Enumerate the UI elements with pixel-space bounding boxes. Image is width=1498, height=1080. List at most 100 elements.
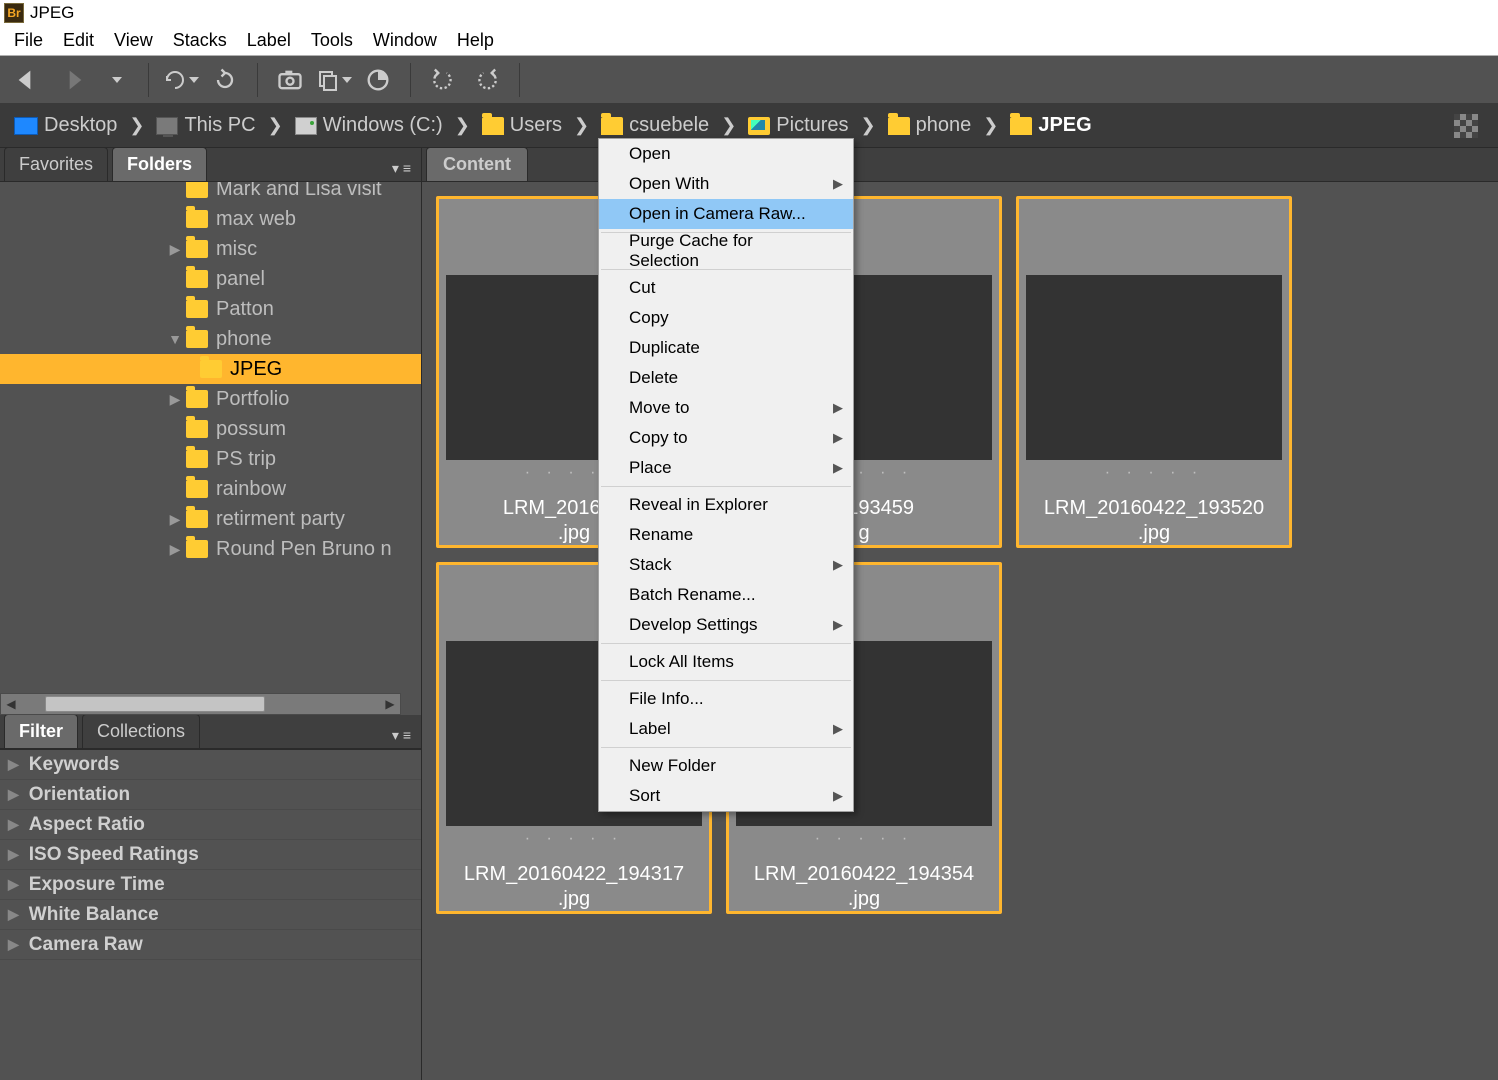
menu-window[interactable]: Window <box>363 26 447 55</box>
folder-item[interactable]: Patton <box>0 294 421 324</box>
expand-icon[interactable]: ▶ <box>168 391 182 408</box>
refine-button[interactable] <box>360 62 396 98</box>
context-item-place[interactable]: Place▶ <box>599 453 853 483</box>
folder-item[interactable]: ▶retirment party <box>0 504 421 534</box>
expand-icon[interactable]: ▶ <box>168 241 182 258</box>
tab-favorites[interactable]: Favorites <box>4 147 108 181</box>
folder-item[interactable]: ▶Portfolio <box>0 384 421 414</box>
folder-item[interactable]: Mark and Lisa visit <box>0 182 421 204</box>
filter-iso[interactable]: ▶ISO Speed Ratings <box>0 840 421 870</box>
scroll-thumb[interactable] <box>45 696 265 712</box>
tab-folders[interactable]: Folders <box>112 147 207 181</box>
context-item-develop-settings[interactable]: Develop Settings▶ <box>599 610 853 640</box>
chevron-right-icon[interactable]: ❯ <box>977 115 1004 136</box>
rotate-left-button[interactable] <box>425 62 461 98</box>
context-item-lock-all-items[interactable]: Lock All Items <box>599 647 853 677</box>
filter-white-balance[interactable]: ▶White Balance <box>0 900 421 930</box>
rotate-ccw-button[interactable] <box>207 62 243 98</box>
context-item-delete[interactable]: Delete <box>599 363 853 393</box>
folder-item[interactable]: ▶misc <box>0 234 421 264</box>
tab-content[interactable]: Content <box>426 147 528 181</box>
menu-stacks[interactable]: Stacks <box>163 26 237 55</box>
filter-exposure-time[interactable]: ▶Exposure Time <box>0 870 421 900</box>
chevron-right-icon[interactable]: ❯ <box>123 115 150 136</box>
rating-dots[interactable]: · · · · · <box>525 830 623 848</box>
rotate-right-button[interactable] <box>469 62 505 98</box>
context-item-purge-cache-for-selection[interactable]: Purge Cache for Selection <box>599 236 853 266</box>
context-item-open-with[interactable]: Open With▶ <box>599 169 853 199</box>
output-button[interactable] <box>316 62 352 98</box>
menu-file[interactable]: File <box>4 26 53 55</box>
folder-item-selected[interactable]: JPEG <box>0 354 421 384</box>
scroll-right-icon[interactable]: ▶ <box>380 697 400 711</box>
chevron-right-icon[interactable]: ❯ <box>568 115 595 136</box>
recent-dropdown[interactable] <box>98 62 134 98</box>
folder-item[interactable]: rainbow <box>0 474 421 504</box>
context-item-new-folder[interactable]: New Folder <box>599 751 853 781</box>
expand-icon[interactable]: ▶ <box>8 906 19 923</box>
horizontal-scrollbar[interactable]: ◀ ▶ <box>0 693 401 715</box>
context-item-copy[interactable]: Copy <box>599 303 853 333</box>
thumbnail[interactable]: · · · · · LRM_20160422_193520 .jpg <box>1016 196 1292 548</box>
context-item-rename[interactable]: Rename <box>599 520 853 550</box>
context-item-sort[interactable]: Sort▶ <box>599 781 853 811</box>
crumb-users[interactable]: Users <box>476 114 568 137</box>
chevron-right-icon[interactable]: ❯ <box>449 115 476 136</box>
tab-filter[interactable]: Filter <box>4 714 78 748</box>
context-item-open-in-camera-raw[interactable]: Open in Camera Raw... <box>599 199 853 229</box>
boomerang-button[interactable] <box>163 62 199 98</box>
context-item-cut[interactable]: Cut <box>599 273 853 303</box>
context-item-duplicate[interactable]: Duplicate <box>599 333 853 363</box>
scroll-left-icon[interactable]: ◀ <box>1 697 21 711</box>
menu-label[interactable]: Label <box>237 26 301 55</box>
panel-menu-icon[interactable]: ▾ ≡ <box>382 723 421 748</box>
camera-import-button[interactable] <box>272 62 308 98</box>
folder-item[interactable]: PS trip <box>0 444 421 474</box>
chevron-right-icon[interactable]: ❯ <box>855 115 882 136</box>
menu-tools[interactable]: Tools <box>301 26 363 55</box>
filter-aspect-ratio[interactable]: ▶Aspect Ratio <box>0 810 421 840</box>
expand-icon[interactable]: ▶ <box>8 816 19 833</box>
expand-icon[interactable]: ▶ <box>168 511 182 528</box>
context-item-batch-rename[interactable]: Batch Rename... <box>599 580 853 610</box>
menu-edit[interactable]: Edit <box>53 26 104 55</box>
crumb-drive[interactable]: Windows (C:) <box>289 114 449 137</box>
context-item-copy-to[interactable]: Copy to▶ <box>599 423 853 453</box>
context-item-label[interactable]: Label▶ <box>599 714 853 744</box>
collapse-icon[interactable]: ▼ <box>168 331 182 347</box>
context-item-file-info[interactable]: File Info... <box>599 684 853 714</box>
expand-icon[interactable]: ▶ <box>8 846 19 863</box>
crumb-phone[interactable]: phone <box>882 114 978 137</box>
filter-camera-raw[interactable]: ▶Camera Raw <box>0 930 421 960</box>
context-item-move-to[interactable]: Move to▶ <box>599 393 853 423</box>
filter-keywords[interactable]: ▶Keywords <box>0 750 421 780</box>
expand-icon[interactable]: ▶ <box>8 936 19 953</box>
forward-button[interactable] <box>54 62 90 98</box>
expand-icon[interactable]: ▶ <box>168 541 182 558</box>
context-item-reveal-in-explorer[interactable]: Reveal in Explorer <box>599 490 853 520</box>
context-item-open[interactable]: Open <box>599 139 853 169</box>
expand-icon[interactable]: ▶ <box>8 756 19 773</box>
tab-collections[interactable]: Collections <box>82 714 200 748</box>
folder-item[interactable]: ▶Round Pen Bruno n <box>0 534 421 564</box>
rating-dots[interactable]: · · · · · <box>1105 464 1203 482</box>
crumb-desktop[interactable]: Desktop <box>8 114 123 137</box>
expand-icon[interactable]: ▶ <box>8 876 19 893</box>
filter-orientation[interactable]: ▶Orientation <box>0 780 421 810</box>
menu-view[interactable]: View <box>104 26 163 55</box>
back-button[interactable] <box>10 62 46 98</box>
chevron-right-icon[interactable]: ❯ <box>715 115 742 136</box>
chevron-right-icon[interactable]: ❯ <box>262 115 289 136</box>
folder-item[interactable]: possum <box>0 414 421 444</box>
folder-item[interactable]: max web <box>0 204 421 234</box>
transparency-icon[interactable] <box>1454 114 1478 138</box>
crumb-this-pc[interactable]: This PC <box>150 114 261 137</box>
rating-dots[interactable]: · · · · · <box>815 830 913 848</box>
expand-icon[interactable]: ▶ <box>8 786 19 803</box>
folder-item[interactable]: panel <box>0 264 421 294</box>
context-item-stack[interactable]: Stack▶ <box>599 550 853 580</box>
folder-item[interactable]: ▼phone <box>0 324 421 354</box>
crumb-csuebele[interactable]: csuebele <box>595 114 715 137</box>
panel-menu-icon[interactable]: ▾ ≡ <box>382 156 421 181</box>
crumb-jpeg[interactable]: JPEG <box>1004 114 1097 137</box>
